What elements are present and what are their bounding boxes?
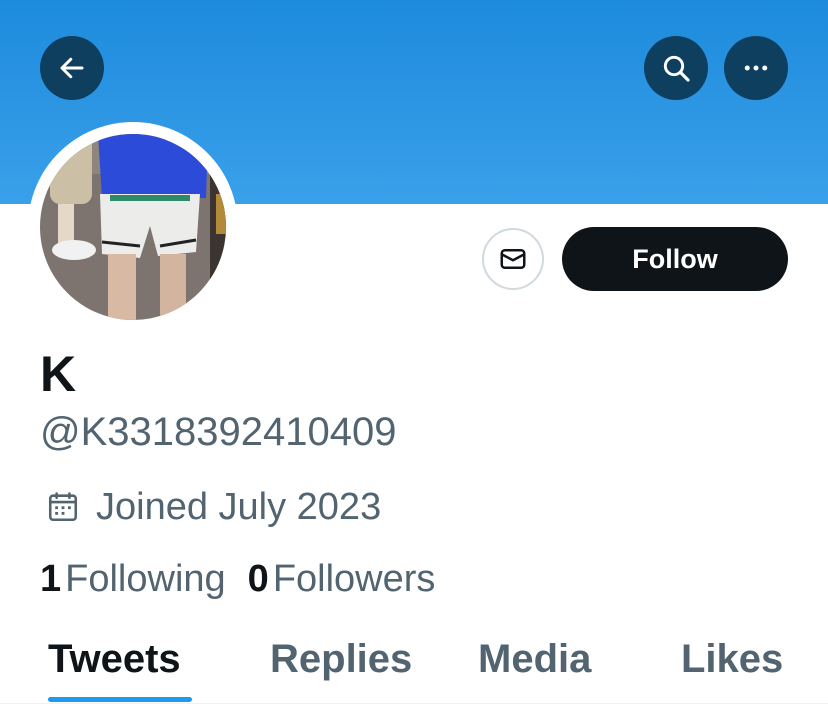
tabs-divider <box>0 703 828 704</box>
following-count: 1 <box>40 558 62 600</box>
tab-tweets[interactable]: Tweets <box>48 634 181 684</box>
calendar-icon <box>48 492 78 522</box>
arrow-left-icon <box>60 57 84 79</box>
followers-label: Followers <box>272 558 436 600</box>
joined-date: Joined July 2023 <box>46 484 381 530</box>
back-button[interactable] <box>40 36 104 100</box>
more-horizontal-icon <box>744 65 768 71</box>
message-button[interactable] <box>482 228 544 290</box>
tab-likes[interactable]: Likes <box>681 634 783 684</box>
tab-media[interactable]: Media <box>478 634 591 684</box>
avatar[interactable] <box>40 134 226 320</box>
follow-button[interactable]: Follow <box>562 227 788 291</box>
profile-handle: @K3318392410409 <box>40 410 397 454</box>
display-name: K <box>40 346 77 402</box>
more-button[interactable] <box>724 36 788 100</box>
following-label: Following <box>65 558 226 600</box>
avatar-photo <box>40 134 226 320</box>
tab-replies[interactable]: Replies <box>270 634 412 684</box>
follow-counts: 1 Following 0 Followers <box>40 556 435 602</box>
following-link[interactable]: 1 Following <box>40 556 226 602</box>
followers-link[interactable]: 0 Followers <box>248 556 436 602</box>
active-tab-indicator <box>48 697 192 702</box>
joined-text: Joined July 2023 <box>96 486 382 528</box>
followers-count: 0 <box>247 558 269 600</box>
envelope-icon <box>500 249 526 269</box>
search-icon <box>663 55 690 82</box>
search-button[interactable] <box>644 36 708 100</box>
